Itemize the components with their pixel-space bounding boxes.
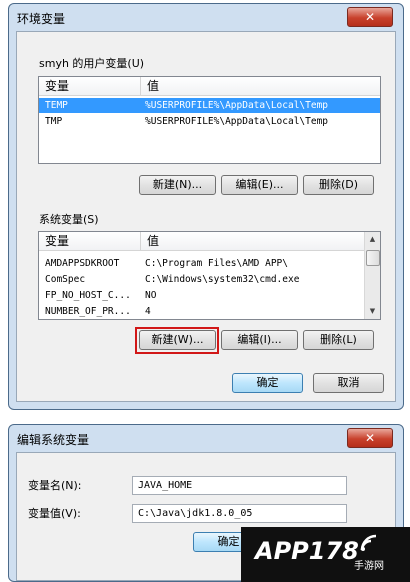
system-row[interactable]: AMDAPPSDKROOT C:\Program Files\AMD APP\ — [39, 256, 380, 271]
env-variables-dialog: 环境变量 ✕ smyh 的用户变量(U) 变量 值 TEMP %USERPROF… — [8, 3, 404, 410]
user-variables-label: smyh 的用户变量(U) — [39, 57, 145, 70]
env-dialog-client: smyh 的用户变量(U) 变量 值 TEMP %USERPROFILE%\Ap… — [16, 31, 396, 402]
user-delete-button[interactable]: 删除(D) — [303, 175, 374, 195]
user-row-name: TMP — [45, 116, 63, 127]
system-list-scrollbar[interactable]: ▲ ▼ — [364, 232, 380, 319]
system-row-name: ComSpec — [45, 274, 86, 285]
scroll-up-arrow-icon[interactable]: ▲ — [365, 232, 380, 247]
user-edit-button[interactable]: 编辑(E)... — [221, 175, 298, 195]
ok-button[interactable]: 确定 — [232, 373, 303, 393]
system-column-variable[interactable]: 变量 — [39, 232, 141, 250]
user-row-tmp[interactable]: TMP %USERPROFILE%\AppData\Local\Temp — [39, 114, 380, 129]
env-dialog-titlebar[interactable]: 环境变量 ✕ — [9, 4, 403, 30]
user-row-value: %USERPROFILE%\AppData\Local\Temp — [145, 116, 329, 127]
system-row-name: AMDAPPSDKROOT — [45, 258, 120, 269]
system-row-name: NUMBER_OF_PR... — [45, 306, 131, 317]
system-row-value: NO — [145, 290, 157, 301]
variable-name-input[interactable]: JAVA_HOME — [132, 476, 347, 495]
system-delete-button[interactable]: 删除(L) — [303, 330, 374, 350]
user-list-header: 变量 值 — [39, 77, 380, 96]
system-row-value: 4 — [145, 306, 151, 317]
system-list-header: 变量 值 — [39, 232, 364, 251]
edit-dialog-titlebar[interactable]: 编辑系统变量 ✕ — [9, 425, 403, 451]
user-row-temp[interactable]: TEMP %USERPROFILE%\AppData\Local\Temp — [39, 98, 380, 113]
signal-icon — [360, 534, 377, 551]
variable-value-input[interactable]: C:\Java\jdk1.8.0_05 — [132, 504, 347, 523]
variable-name-label: 变量名(N): — [28, 479, 82, 492]
env-dialog-close-button[interactable]: ✕ — [347, 7, 393, 27]
watermark-sub: 手游网 — [354, 561, 384, 572]
watermark-brand: APP178 — [255, 537, 359, 565]
app178-watermark-logo: APP178 手游网 — [241, 527, 410, 582]
system-edit-button[interactable]: 编辑(I)... — [221, 330, 298, 350]
variable-value-label: 变量值(V): — [28, 507, 81, 520]
user-row-value: %USERPROFILE%\AppData\Local\Temp — [145, 100, 329, 111]
user-row-name: TEMP — [45, 100, 68, 111]
scroll-down-arrow-icon[interactable]: ▼ — [365, 304, 380, 319]
system-new-button[interactable]: 新建(W)... — [139, 330, 216, 350]
system-row[interactable]: FP_NO_HOST_C... NO — [39, 288, 380, 303]
system-row[interactable]: NUMBER_OF_PR... 4 — [39, 304, 380, 319]
env-dialog-title: 环境变量 — [17, 12, 66, 26]
system-variables-label: 系统变量(S) — [39, 213, 99, 226]
user-new-button[interactable]: 新建(N)... — [139, 175, 216, 195]
system-row-value: C:\Program Files\AMD APP\ — [145, 258, 288, 269]
edit-dialog-title: 编辑系统变量 — [17, 433, 90, 447]
user-variables-list[interactable]: 变量 值 TEMP %USERPROFILE%\AppData\Local\Te… — [38, 76, 381, 164]
system-variables-list[interactable]: 变量 值 AMDAPPSDKROOT C:\Program Files\AMD … — [38, 231, 381, 320]
system-column-value[interactable]: 值 — [141, 232, 159, 250]
scrollbar-thumb[interactable] — [366, 250, 380, 266]
user-column-variable[interactable]: 变量 — [39, 77, 141, 95]
user-column-value[interactable]: 值 — [141, 77, 159, 95]
cancel-button[interactable]: 取消 — [313, 373, 384, 393]
system-row[interactable]: ComSpec C:\Windows\system32\cmd.exe — [39, 272, 380, 287]
edit-dialog-close-button[interactable]: ✕ — [347, 428, 393, 448]
system-row-name: FP_NO_HOST_C... — [45, 290, 131, 301]
system-row-value: C:\Windows\system32\cmd.exe — [145, 274, 300, 285]
